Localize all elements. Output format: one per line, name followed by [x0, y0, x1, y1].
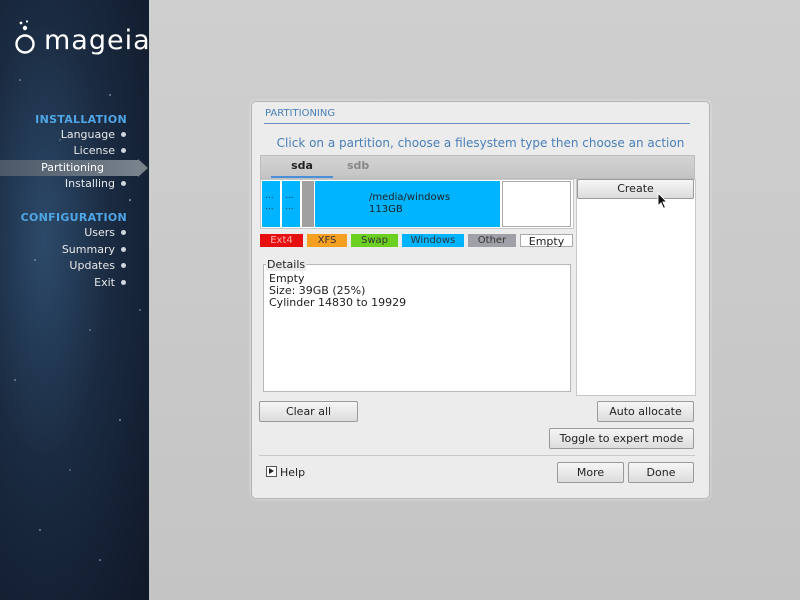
help-expander-icon: [266, 466, 277, 477]
title-divider: [264, 123, 690, 124]
bullet-icon: [121, 132, 126, 137]
partition-label: ......: [265, 191, 274, 212]
action-panel: [576, 179, 696, 396]
sidebar-item-label: Language: [60, 128, 115, 141]
legend-empty: Empty: [520, 234, 573, 248]
sidebar-item-exit: Exit: [0, 275, 149, 291]
sidebar-item-partitioning: Partitioning: [0, 159, 148, 177]
sidebar-item-label: Updates: [69, 259, 115, 272]
starfield-decoration: [14, 79, 141, 561]
bullet-icon: [121, 263, 126, 268]
details-heading: Details: [266, 258, 307, 271]
bullet-icon: [121, 181, 126, 186]
configuration-section-title: CONFIGURATION: [20, 211, 127, 224]
sidebar-item-label: Installing: [64, 177, 115, 190]
footer-divider: [259, 455, 695, 456]
sidebar-item-label: Users: [84, 226, 115, 239]
legend-swap: Swap: [351, 234, 398, 247]
installation-section-title: INSTALLATION: [35, 113, 127, 126]
details-body: Empty Size: 39GB (25%) Cylinder 14830 to…: [269, 273, 406, 309]
tab-sda[interactable]: sda: [271, 159, 333, 178]
help-label: Help: [280, 466, 306, 479]
partition-mount-label: /media/windows: [369, 192, 451, 203]
auto-allocate-button[interactable]: Auto allocate: [597, 401, 694, 422]
sidebar-item-users: Users: [0, 225, 149, 241]
sidebar-item-label: Exit: [94, 276, 115, 289]
legend-ext4: Ext4: [260, 234, 303, 247]
legend-windows: Windows: [402, 234, 464, 247]
sidebar-item-language: Language: [0, 127, 149, 143]
tab-sdb[interactable]: sdb: [347, 159, 369, 172]
partitioning-dialog: PARTITIONING Click on a partition, choos…: [251, 101, 710, 499]
legend-xfs: XFS: [307, 234, 347, 247]
details-cylinders: Cylinder 14830 to 19929: [269, 296, 407, 309]
sidebar-item-installing: Installing: [0, 176, 149, 192]
sidebar-item-label: License: [73, 144, 115, 157]
legend-other: Other: [468, 234, 516, 247]
create-button[interactable]: Create: [577, 179, 694, 199]
partition-windows[interactable]: /media/windows 113GB: [315, 181, 500, 227]
done-button[interactable]: Done: [628, 462, 694, 483]
partition-label: ......: [285, 191, 294, 212]
sidebar: mageia INSTALLATION Language License Par…: [0, 0, 149, 600]
bullet-icon: [121, 230, 126, 235]
dialog-title: PARTITIONING: [265, 108, 336, 119]
sidebar-item-summary: Summary: [0, 242, 149, 258]
brand-name: mageia: [44, 25, 149, 56]
sidebar-item-label: Summary: [61, 243, 115, 256]
more-button[interactable]: More: [557, 462, 624, 483]
expert-mode-button[interactable]: Toggle to expert mode: [549, 428, 694, 449]
partition-3[interactable]: [302, 181, 314, 227]
sidebar-item-updates: Updates: [0, 258, 149, 274]
partition-empty[interactable]: [502, 181, 571, 227]
instruction-text: Click on a partition, choose a filesyste…: [276, 136, 685, 150]
details-box: Details Empty Size: 39GB (25%) Cylinder …: [263, 258, 571, 392]
sidebar-item-label: Partitioning: [41, 161, 104, 174]
partition-size-label: 113GB: [369, 204, 403, 215]
partition-2[interactable]: ......: [282, 181, 300, 227]
help-expander[interactable]: Help: [266, 466, 305, 479]
partition-map: ...... ...... /media/windows 113GB: [260, 179, 574, 229]
clear-all-button[interactable]: Clear all: [259, 401, 358, 422]
sidebar-item-license: License: [0, 143, 149, 159]
bullet-icon: [121, 247, 126, 252]
bullet-icon: [121, 280, 126, 285]
partition-1[interactable]: ......: [262, 181, 280, 227]
disk-tab-bar: sda sdb: [260, 155, 695, 179]
bullet-icon: [121, 148, 126, 153]
mouse-pointer-icon: [657, 192, 669, 210]
